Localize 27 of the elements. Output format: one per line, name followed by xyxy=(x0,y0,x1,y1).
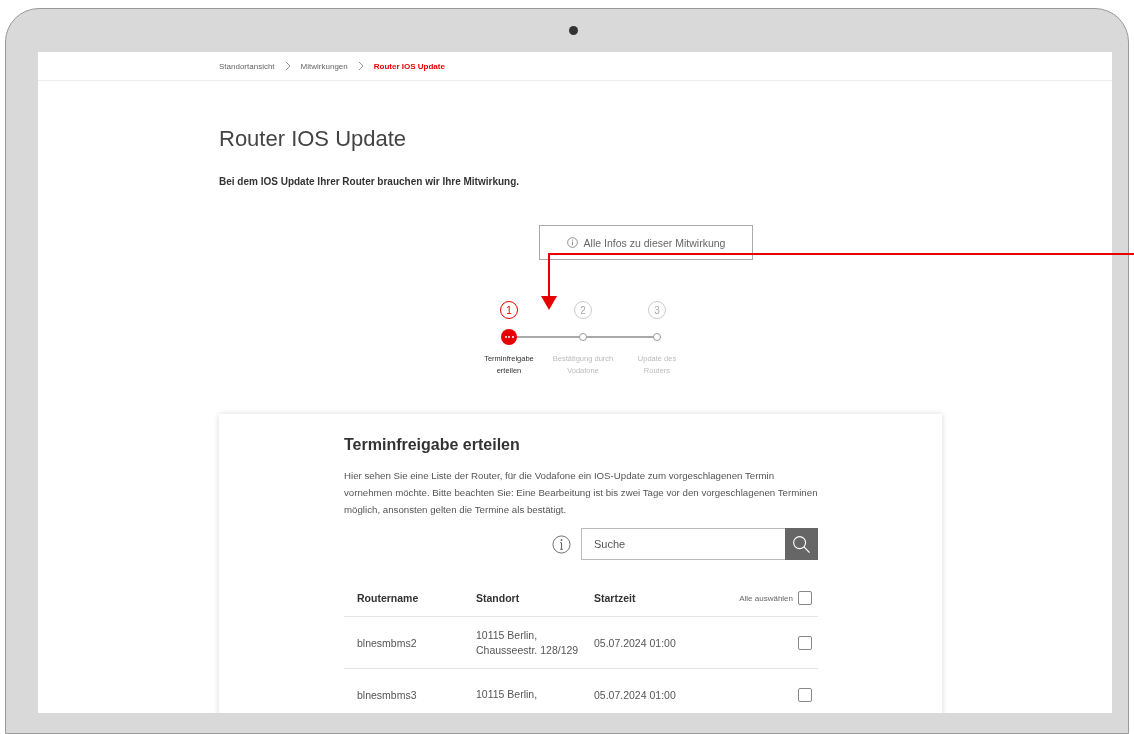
table-cell-text: 05.07.2024 01:00 xyxy=(594,688,677,701)
search-button[interactable] xyxy=(785,528,818,560)
camera-icon xyxy=(569,26,578,35)
search-icon xyxy=(792,534,811,554)
table-cell-text: 05.07.2024 01:00 xyxy=(594,636,677,649)
table-cell-text: blnesmbms2 xyxy=(357,636,418,649)
breadcrumb-link[interactable]: Standortansicht xyxy=(219,61,275,71)
info-icon[interactable] xyxy=(552,534,571,554)
chevron-icon xyxy=(284,61,291,71)
column-header: Standort xyxy=(476,592,521,604)
select-all-label: Alle auswählen xyxy=(739,593,793,603)
table-cell-text: blnesmbms3 xyxy=(357,688,418,701)
page-title: Router IOS Update xyxy=(219,125,408,153)
search-field[interactable]: Suche xyxy=(581,528,785,560)
page-subtitle: Bei dem IOS Update Ihrer Router brauchen wir Ihre Mitwirkung. xyxy=(219,176,521,187)
column-header: Startzeit xyxy=(594,592,637,604)
breadcrumb-link[interactable]: Mitwirkungen xyxy=(300,61,348,71)
card-description: Hier sehen Sie eine Liste der Router, für die Vodafone ein IOS-Update zum vorgeschlagenen Termin vornehmen möchte. Bitte beachten Sie: Eine Bearbeitung ist bis zwei Tage vor den vorgeschlagenen Terminen möglich, ansonsten gelten die Termine als bestätigt. xyxy=(344,469,818,517)
chevron-icon xyxy=(357,61,364,71)
table-cell-text: 10115 Berlin, xyxy=(476,687,539,702)
row-checkbox[interactable] xyxy=(798,687,812,702)
select-all-checkbox[interactable] xyxy=(798,591,812,605)
breadcrumb-link[interactable]: Router IOS Update xyxy=(373,61,445,71)
card-heading: Terminfreigabe erteilen xyxy=(344,436,521,454)
column-header: Routername xyxy=(357,592,420,604)
row-checkbox[interactable] xyxy=(798,635,812,650)
table-cell-text: 10115 Berlin, Chausseestr. 128/129 xyxy=(476,627,580,658)
